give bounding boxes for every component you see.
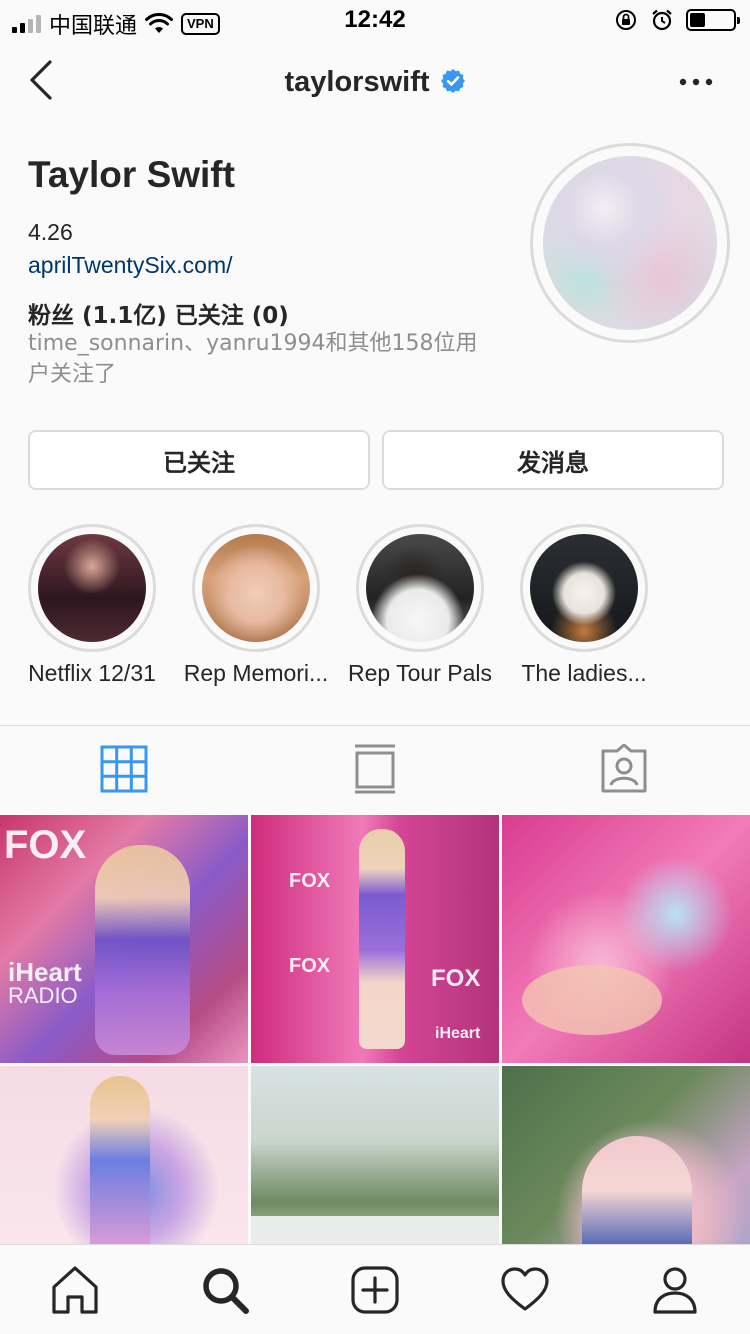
bio-line: 4.26: [28, 219, 73, 245]
profile-name: Taylor Swift: [28, 154, 235, 195]
bottom-tab-bar: [0, 1244, 750, 1334]
post-thumbnail[interactable]: [251, 1066, 499, 1245]
highlight-cover: [202, 534, 310, 642]
following-button[interactable]: 已关注: [28, 430, 370, 490]
profile-icon[interactable]: [650, 1265, 700, 1315]
post-text-fox: FOX: [431, 965, 481, 992]
verified-badge-icon: [440, 69, 465, 93]
highlight-cover: [530, 534, 638, 642]
post-figure: [582, 1136, 692, 1245]
post-thumbnail[interactable]: [0, 1066, 248, 1245]
highlight-netflix[interactable]: [28, 524, 156, 652]
profile-bio: 4.26 aprilTwentySix.com/: [28, 216, 233, 282]
highlight-label[interactable]: Rep Memori...: [176, 660, 336, 687]
alarm-icon: [652, 9, 672, 31]
post-figure: [359, 829, 405, 1049]
tagged-icon[interactable]: [600, 744, 648, 794]
website-link[interactable]: aprilTwentySix.com/: [28, 249, 233, 282]
profile-nav-bar: taylorswift: [0, 40, 750, 128]
post-text-iheart: iHeart: [435, 1025, 481, 1042]
rotation-lock-icon: [616, 10, 636, 30]
battery-icon: [686, 9, 740, 31]
highlight-rep-tour-pals[interactable]: [356, 524, 484, 652]
profile-avatar[interactable]: [530, 143, 730, 343]
highlight-cover: [38, 534, 146, 642]
posts-grid: FOX iHeart RADIO FOX FOX FOX iHeart: [0, 815, 750, 1245]
status-right: [614, 8, 740, 32]
username: taylorswift: [284, 66, 430, 98]
post-thumbnail[interactable]: [502, 1066, 750, 1245]
post-figure: [90, 1076, 150, 1245]
post-text-radio: RADIO: [8, 983, 78, 1008]
heart-icon[interactable]: [500, 1265, 550, 1315]
search-icon[interactable]: [200, 1265, 250, 1315]
message-button[interactable]: 发消息: [382, 430, 724, 490]
highlight-the-ladies[interactable]: [520, 524, 648, 652]
highlight-cover: [366, 534, 474, 642]
highlight-rep-memories[interactable]: [192, 524, 320, 652]
username-title: taylorswift: [0, 66, 750, 99]
profile-tabs: [0, 726, 750, 814]
post-building: [251, 1216, 499, 1245]
post-thumbnail[interactable]: [502, 815, 750, 1063]
status-bar: 中国联通 VPN 12:42: [0, 0, 750, 40]
follower-counts[interactable]: 粉丝 (1.1亿) 已关注 (0): [28, 296, 289, 330]
post-text-fox: FOX: [4, 823, 87, 867]
post-figure: [522, 965, 662, 1035]
home-icon[interactable]: [50, 1265, 100, 1315]
grid-icon[interactable]: [100, 744, 148, 794]
battery-fill: [690, 13, 705, 27]
more-options-icon[interactable]: [678, 70, 714, 94]
post-thumbnail[interactable]: FOX FOX FOX iHeart: [251, 815, 499, 1063]
post-text-fox: FOX: [289, 955, 331, 977]
feed-icon[interactable]: [351, 744, 399, 794]
highlight-label[interactable]: The ladies...: [504, 660, 664, 687]
post-figure: [95, 845, 190, 1055]
post-thumbnail[interactable]: FOX iHeart RADIO: [0, 815, 248, 1063]
add-post-icon[interactable]: [350, 1265, 400, 1315]
avatar-image: [543, 156, 717, 330]
followed-by-text[interactable]: time_sonnarin、yanru1994和其他158位用户关注了: [28, 328, 498, 390]
post-text-fox: FOX: [289, 870, 331, 892]
highlight-label[interactable]: Rep Tour Pals: [340, 660, 500, 687]
highlight-label[interactable]: Netflix 12/31: [12, 660, 172, 687]
